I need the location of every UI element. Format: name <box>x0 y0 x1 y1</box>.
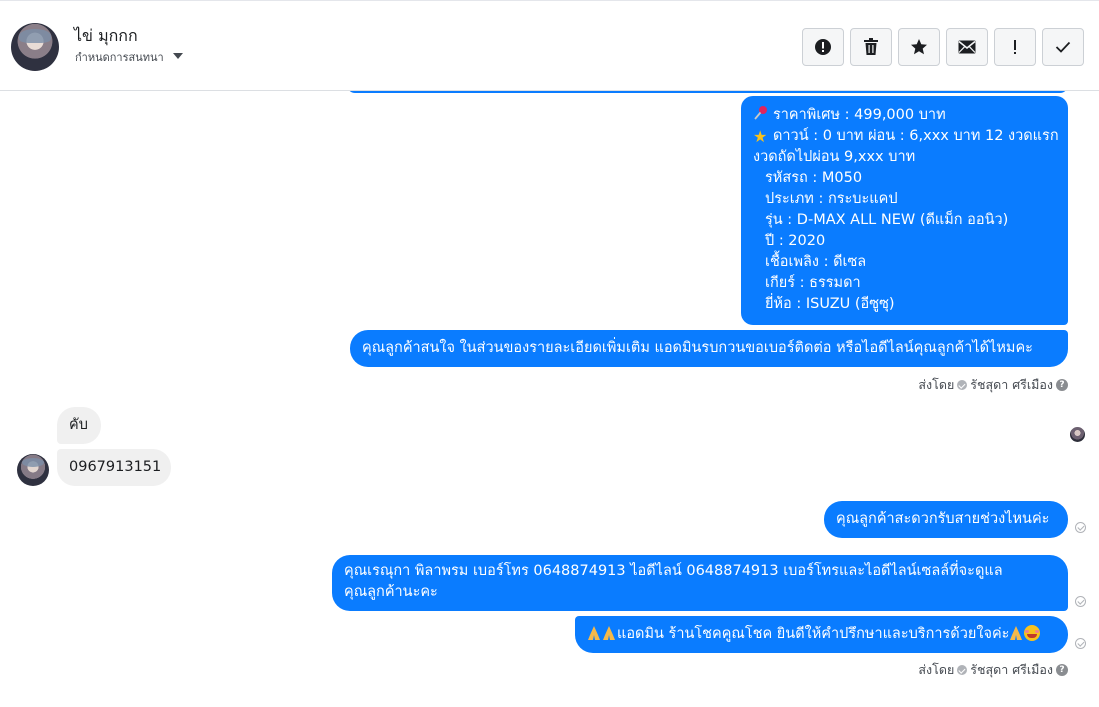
smiling-face-emoji-icon <box>1024 625 1041 641</box>
sent-status-icon <box>1075 638 1086 649</box>
pray-emoji-icon <box>588 626 600 640</box>
star-button[interactable] <box>898 28 940 66</box>
help-icon[interactable]: ? <box>1056 379 1068 391</box>
alert-circle-icon <box>815 39 831 55</box>
sent-by-prefix: ส่งโดย <box>918 662 955 677</box>
sent-by-label: ส่งโดย รัชสุดา ศรีเมือง ? <box>918 375 1068 395</box>
delete-button[interactable] <box>850 28 892 66</box>
help-icon[interactable]: ? <box>1056 664 1068 676</box>
spam-button[interactable] <box>802 28 844 66</box>
agent-contact-message[interactable]: คุณเรณุกา พิลาพรม เบอร์โทร 0648874913 ไอ… <box>332 555 1068 611</box>
agent-contact-line-1: คุณเรณุกา พิลาพรม เบอร์โทร 0648874913 ไอ… <box>344 563 1003 579</box>
sender-name[interactable]: รัชสุดา ศรีเมือง <box>970 660 1053 680</box>
checkmark-icon <box>1055 41 1071 53</box>
price-text: ราคาพิเศษ : 499,000 บาท <box>773 107 946 123</box>
mark-done-button[interactable] <box>1042 28 1084 66</box>
interest-text: คุณลูกค้าสนใจ ในส่วนของรายละเอียดเพิ่มเต… <box>362 340 1033 356</box>
agent-contact-line-2: คุณลูกค้านะคะ <box>344 584 438 600</box>
thanks-message[interactable]: แอดมิน ร้านโชคคูณโชค ยินดีให้คำปรึกษาและ… <box>575 616 1068 653</box>
follow-up-button[interactable] <box>994 28 1036 66</box>
sent-by-label: ส่งโดย รัชสุดา ศรีเมือง ? <box>918 660 1068 680</box>
incoming-text: คับ <box>69 417 88 433</box>
next-installment-text: งวดถัดไปผ่อน 9,xxx บาท <box>753 149 916 165</box>
convenient-time-text: คุณลูกค้าสะดวกรับสายช่วงไหนค่ะ <box>836 511 1050 527</box>
envelope-icon <box>958 40 976 54</box>
conversation-header: ไข่ มุกกก กำหนดการสนทนา <box>0 0 1099 91</box>
message-thread[interactable]: ราคาพิเศษ : 499,000 บาท ★ ดาวน์ : 0 บาท ผ… <box>0 91 1099 707</box>
interest-message[interactable]: คุณลูกค้าสนใจ ในส่วนของรายละเอียดเพิ่มเต… <box>350 330 1068 367</box>
star-icon <box>911 39 927 55</box>
exclamation-icon <box>1014 40 1016 54</box>
car-model-text: รุ่น : D-MAX ALL NEW (ดีแม็ก ออนิว) <box>765 212 1009 228</box>
incoming-phone-message[interactable]: 0967913151 <box>57 449 171 486</box>
sender-name[interactable]: รัชสุดา ศรีเมือง <box>970 375 1053 395</box>
caret-down-icon[interactable] <box>173 53 183 59</box>
car-brand-text: ยี่ห้อ : ISUZU (อีซูซุ) <box>765 296 895 312</box>
sent-status-icon <box>1075 522 1086 533</box>
incoming-phone-text: 0967913151 <box>69 459 162 475</box>
messenger-conversation: ไข่ มุกกก กำหนดการสนทนา ราคาพิเศษ : 499,… <box>0 0 1099 707</box>
verified-icon <box>957 380 968 390</box>
contact-avatar[interactable] <box>11 23 59 71</box>
pushpin-icon <box>754 106 767 120</box>
previous-message-bubble <box>347 91 1068 93</box>
incoming-message[interactable]: คับ <box>57 407 101 444</box>
convenient-time-message[interactable]: คุณลูกค้าสะดวกรับสายช่วงไหนค่ะ <box>824 501 1068 538</box>
pray-emoji-icon <box>603 626 615 640</box>
trash-icon <box>864 38 878 55</box>
star-emoji-icon: ★ <box>753 127 768 146</box>
sender-avatar[interactable] <box>17 454 49 486</box>
car-gear-text: เกียร์ : ธรรมดา <box>765 275 861 291</box>
assign-conversation-label[interactable]: กำหนดการสนทนา <box>75 48 164 66</box>
sent-by-prefix: ส่งโดย <box>918 377 955 392</box>
verified-icon <box>957 665 968 675</box>
car-details-message[interactable]: ราคาพิเศษ : 499,000 บาท ★ ดาวน์ : 0 บาท ผ… <box>741 96 1068 325</box>
seen-avatar <box>1070 427 1085 442</box>
car-code-text: รหัสรถ : M050 <box>765 170 863 186</box>
sent-status-icon <box>1075 596 1086 607</box>
down-payment-text: ดาวน์ : 0 บาท ผ่อน : 6,xxx บาท 12 งวดแรก <box>773 128 1059 144</box>
car-year-text: ปี : 2020 <box>765 233 826 249</box>
car-fuel-text: เชื้อเพลิง : ดีเซล <box>765 254 867 270</box>
car-type-text: ประเภท : กระบะแคป <box>765 191 898 207</box>
thanks-text: แอดมิน ร้านโชคคูณโชค ยินดีให้คำปรึกษาและ… <box>617 626 1010 642</box>
pray-emoji-icon <box>1010 626 1023 640</box>
mark-unread-button[interactable] <box>946 28 988 66</box>
contact-name[interactable]: ไข่ มุกกก <box>74 24 138 49</box>
